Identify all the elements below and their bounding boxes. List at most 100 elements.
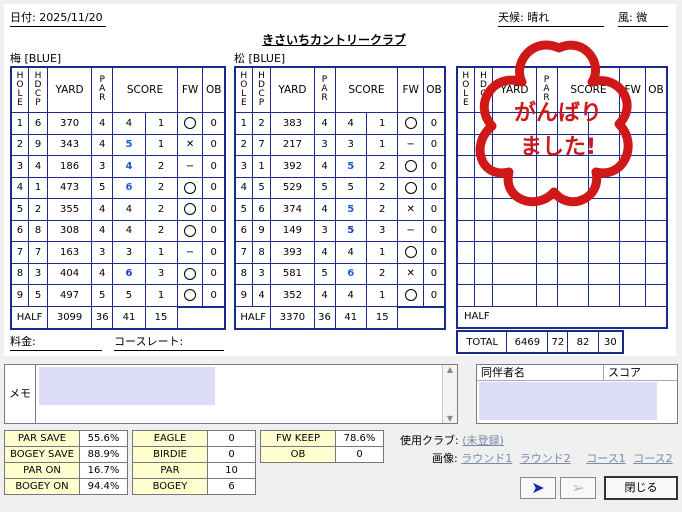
- fw-keep-icon: [184, 181, 197, 194]
- stroke-cell[interactable]: 5: [112, 133, 146, 156]
- stroke-cell[interactable]: 6: [334, 262, 367, 285]
- partner-list-body[interactable]: [479, 382, 657, 420]
- close-button[interactable]: 閉じる: [604, 476, 678, 500]
- fw-na-icon: −: [406, 139, 415, 151]
- fw-miss-icon: ✕: [185, 139, 195, 151]
- stroke-cell[interactable]: 4: [112, 219, 146, 242]
- image-link-course2[interactable]: コース2: [633, 452, 672, 465]
- stroke-cell[interactable]: 4: [112, 198, 146, 221]
- front-nine-table: HOLE HDCP YARD PAR SCORE FW OB 16 370 4 4…: [10, 66, 226, 330]
- arrow-right-icon: ➢: [571, 478, 585, 497]
- hole-row: 52 355 4 4 2 0: [10, 198, 226, 221]
- fw-keep-icon: [184, 117, 197, 130]
- fw-miss-icon: ✕: [406, 203, 415, 215]
- stat-row: BOGEY SAVE 88.9%: [4, 446, 128, 463]
- putt-cell[interactable]: 2: [144, 198, 178, 221]
- stats-fw-table: FW KEEP 78.6% OB 0: [260, 430, 384, 463]
- hole-row: 68 308 4 4 2 0: [10, 219, 226, 242]
- stroke-cell[interactable]: 3: [112, 241, 146, 264]
- fw-keep-icon: [184, 203, 197, 216]
- putt-cell[interactable]: 2: [365, 176, 399, 199]
- wind-label: 風: 微: [618, 10, 668, 27]
- hole-row: 83 404 4 6 3 0: [10, 262, 226, 285]
- col-par: PAR: [313, 66, 336, 113]
- col-ob: OB: [644, 66, 668, 113]
- stats-save-table: PAR SAVE 55.6% BOGEY SAVE 88.9% PAR ON 16.7% B…: [4, 430, 128, 495]
- putt-cell[interactable]: 1: [365, 284, 399, 307]
- putt-cell[interactable]: 1: [365, 133, 399, 156]
- ganbarimashita-stamp: がんばり ました!: [475, 40, 633, 207]
- col-ob: OB: [422, 66, 446, 113]
- stroke-cell[interactable]: 4: [112, 112, 146, 135]
- putt-cell[interactable]: 1: [365, 241, 399, 264]
- image-row: 画像: ラウンド1 ラウンド2 コース1 コース2: [432, 450, 673, 466]
- putt-cell[interactable]: 2: [144, 155, 178, 178]
- col-yard: YARD: [270, 66, 315, 113]
- putt-cell[interactable]: 3: [365, 219, 399, 242]
- image-link-course1[interactable]: コース1: [586, 452, 625, 465]
- hole-row: 41 473 5 6 2 0: [10, 176, 226, 199]
- total-row: TOTAL 6469 72 82 30: [456, 330, 624, 354]
- half-row: HALF 3370 36 41 15: [234, 305, 445, 330]
- stroke-cell[interactable]: 5: [334, 155, 367, 178]
- putt-cell[interactable]: 1: [144, 133, 178, 156]
- fw-keep-icon: [404, 181, 417, 194]
- putt-cell[interactable]: 2: [365, 198, 399, 221]
- fw-na-icon: −: [185, 160, 195, 172]
- hole-row: 34 186 3 4 2 − 0: [10, 155, 226, 178]
- hole-row: 94 352 4 4 1 0: [234, 284, 446, 307]
- stroke-cell[interactable]: 5: [334, 198, 367, 221]
- putt-cell[interactable]: 2: [144, 176, 178, 199]
- hole-row: 78 393 4 4 1 0: [234, 241, 446, 264]
- scroll-down-icon[interactable]: ▼: [443, 414, 457, 423]
- stroke-cell[interactable]: 5: [112, 284, 146, 307]
- col-hole: HOLE: [234, 66, 253, 113]
- fw-keep-icon: [404, 160, 417, 173]
- club-link[interactable]: (未登録): [462, 434, 504, 447]
- prev-button[interactable]: ➤: [520, 477, 556, 499]
- stat-row: PAR ON 16.7%: [4, 462, 128, 479]
- hole-row: 77 163 3 3 1 − 0: [10, 241, 226, 264]
- putt-cell[interactable]: 2: [365, 262, 399, 285]
- putt-cell[interactable]: 1: [144, 284, 178, 307]
- stat-row: PAR 10: [132, 462, 256, 479]
- front-nine-heading: 梅 [BLUE]: [10, 52, 62, 65]
- stroke-cell[interactable]: 4: [334, 284, 367, 307]
- stroke-cell[interactable]: 4: [112, 155, 146, 178]
- stroke-cell[interactable]: 5: [334, 176, 367, 199]
- stat-row: EAGLE 0: [132, 430, 256, 447]
- memo-scrollbar[interactable]: ▲ ▼: [442, 365, 457, 423]
- image-link-round2[interactable]: ラウンド2: [520, 452, 571, 465]
- hole-row: 27 217 3 3 1 − 0: [234, 133, 446, 156]
- scorecard: 日付: 2025/11/20 きさいちカントリークラブ 天候: 晴れ 風: 微 …: [4, 4, 676, 356]
- stroke-cell[interactable]: 3: [334, 133, 367, 156]
- fw-miss-icon: ✕: [406, 268, 415, 280]
- stroke-cell[interactable]: 5: [334, 219, 367, 242]
- fw-keep-icon: [184, 267, 197, 280]
- scroll-up-icon[interactable]: ▲: [443, 365, 457, 374]
- stamp-line-1: がんばり: [514, 100, 602, 126]
- image-link-round1[interactable]: ラウンド1: [461, 452, 512, 465]
- next-button[interactable]: ➢: [560, 477, 596, 499]
- putt-cell[interactable]: 3: [144, 262, 178, 285]
- memo-box: メモ ▲ ▼: [4, 364, 458, 424]
- stroke-cell[interactable]: 4: [334, 241, 367, 264]
- hole-row: 31 392 4 5 2 0: [234, 155, 446, 178]
- image-label: 画像:: [432, 452, 458, 465]
- stroke-cell[interactable]: 6: [112, 262, 146, 285]
- putt-cell[interactable]: 1: [144, 112, 178, 135]
- memo-input[interactable]: [39, 367, 215, 405]
- stroke-cell[interactable]: 6: [112, 176, 146, 199]
- fw-na-icon: −: [406, 225, 415, 237]
- putt-cell[interactable]: 2: [365, 155, 399, 178]
- fw-keep-icon: [184, 289, 197, 302]
- course-title: きさいちカントリークラブ: [261, 33, 406, 47]
- club-label: 使用クラブ:: [400, 434, 459, 447]
- putt-cell[interactable]: 1: [144, 241, 178, 264]
- putt-cell[interactable]: 2: [144, 219, 178, 242]
- hole-row: [456, 262, 668, 285]
- stroke-cell[interactable]: 4: [334, 112, 367, 135]
- col-ob: OB: [202, 66, 226, 113]
- putt-cell[interactable]: 1: [365, 112, 399, 135]
- col-fw: FW: [176, 66, 204, 113]
